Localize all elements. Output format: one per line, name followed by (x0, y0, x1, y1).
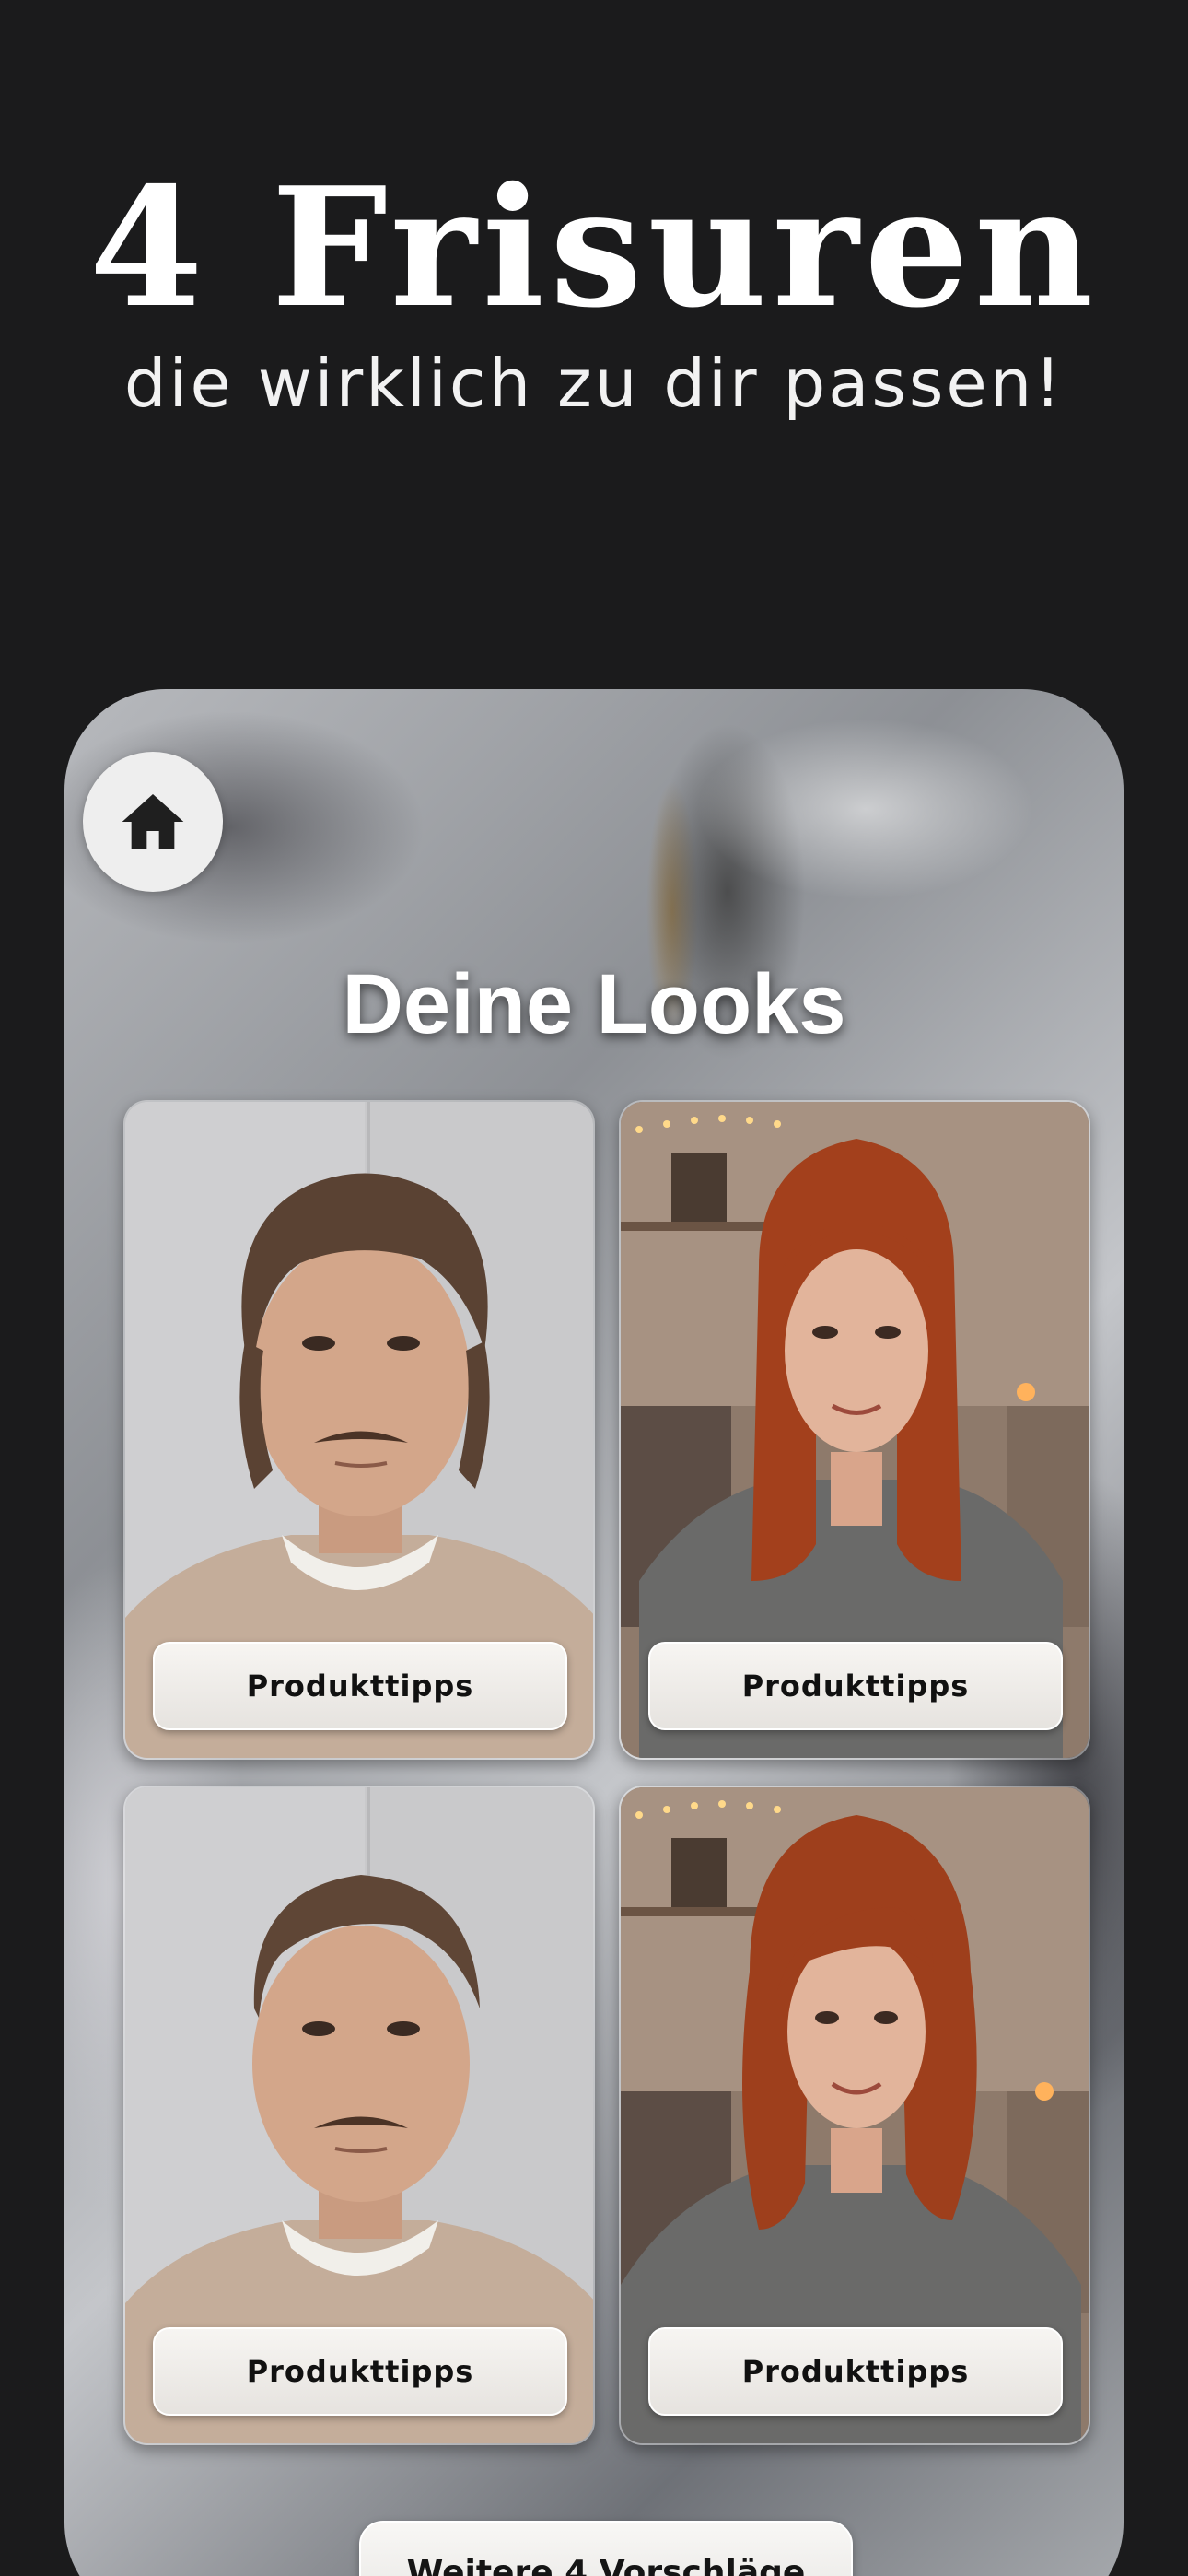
promo-headline: 4 Frisuren (88, 151, 1100, 344)
look-card-4[interactable]: Produkttipps (619, 1786, 1090, 2445)
look-card-2[interactable]: Produkttipps (619, 1100, 1090, 1760)
page-title: Deine Looks (342, 957, 846, 1051)
home-button[interactable] (83, 752, 223, 892)
home-icon (122, 794, 184, 849)
look-card-3[interactable]: Produkttipps (123, 1786, 595, 2445)
product-tips-button-3[interactable]: Produkttipps (153, 2327, 567, 2416)
more-suggestions-button[interactable]: Weitere 4 Vorschläge (359, 2521, 853, 2576)
look-card-1[interactable]: Produkttipps (123, 1100, 595, 1760)
app-screen: Deine Looks Produkttipps Produkttipps Pr… (64, 689, 1124, 2576)
promo-subline: die wirklich zu dir passen! (123, 345, 1065, 422)
product-tips-button-4[interactable]: Produkttipps (648, 2327, 1063, 2416)
product-tips-button-2[interactable]: Produkttipps (648, 1642, 1063, 1730)
product-tips-button-1[interactable]: Produkttipps (153, 1642, 567, 1730)
